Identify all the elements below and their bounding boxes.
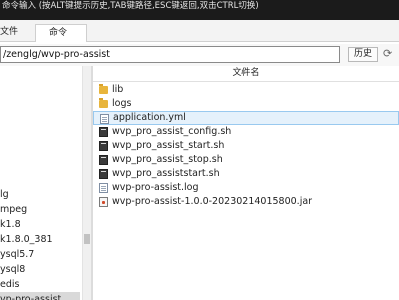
file-row-selected[interactable]: application.yml <box>93 111 399 125</box>
file-name: application.yml <box>113 112 186 123</box>
file-name: logs <box>112 98 132 109</box>
file-row[interactable]: wvp_pro_assist_stop.sh <box>93 153 399 167</box>
file-row[interactable]: wvp_pro_assiststart.sh <box>93 167 399 181</box>
command-hint-bar: 命令输入 (按ALT键提示历史,TAB键路径,ESC键返回,双击CTRL切换) <box>0 0 399 20</box>
file-row[interactable]: logs <box>93 97 399 111</box>
tab-files[interactable]: 文件 <box>0 24 35 42</box>
file-name: wvp-pro-assist.log <box>112 182 199 193</box>
script-icon <box>99 155 108 165</box>
file-name: wvp_pro_assist_stop.sh <box>112 154 223 165</box>
folder-icon <box>99 84 108 94</box>
tree-item[interactable]: ysql5.7 <box>0 247 80 262</box>
document-icon <box>99 183 108 193</box>
sort-caret-icon: ▲ <box>241 68 246 75</box>
tree-item[interactable]: k1.8.0_381 <box>0 232 80 247</box>
script-icon <box>99 127 108 137</box>
tree-item-selected[interactable]: vp-pro-assist <box>0 292 80 300</box>
path-input[interactable]: /zenglg/wvp-pro-assist <box>0 46 340 63</box>
tree-scrollbar-thumb[interactable] <box>84 234 90 244</box>
file-row[interactable]: wvp_pro_assist_config.sh <box>93 125 399 139</box>
history-button[interactable]: 历史 <box>348 47 378 62</box>
folder-icon <box>99 98 108 108</box>
file-name: wvp_pro_assist_config.sh <box>112 126 232 137</box>
tab-commands[interactable]: 命令 <box>35 24 87 42</box>
tree-item[interactable]: lg <box>0 187 80 202</box>
script-icon <box>99 141 108 151</box>
file-name: wvp_pro_assist_start.sh <box>112 140 225 151</box>
document-icon <box>100 114 109 124</box>
file-list-pane: ▲ 文件名 lib logs application.yml wvp_pro_a… <box>93 66 399 300</box>
script-icon <box>99 169 108 179</box>
tree-item[interactable]: edis <box>0 277 80 292</box>
tab-bar: 文件 命令 <box>0 20 399 42</box>
tree-item[interactable]: k1.8 <box>0 217 80 232</box>
file-row[interactable]: wvp_pro_assist_start.sh <box>93 139 399 153</box>
tree-item[interactable]: ysql8 <box>0 262 80 277</box>
file-row[interactable]: lib <box>93 83 399 97</box>
filename-column-header[interactable]: ▲ 文件名 <box>93 66 399 82</box>
jar-icon <box>99 197 108 207</box>
refresh-icon[interactable]: ⟳ <box>383 48 395 60</box>
file-name: wvp_pro_assiststart.sh <box>112 168 220 179</box>
tree-scrollbar[interactable] <box>82 66 91 300</box>
file-row[interactable]: wvp-pro-assist.log <box>93 181 399 195</box>
file-name: lib <box>112 84 124 95</box>
path-toolbar: /zenglg/wvp-pro-assist 历史 ⟳ <box>0 44 399 66</box>
tree-item[interactable]: mpeg <box>0 202 80 217</box>
directory-tree: lg mpeg k1.8 k1.8.0_381 ysql5.7 ysql8 ed… <box>0 66 82 300</box>
file-name: wvp-pro-assist-1.0.0-20230214015800.jar <box>112 196 313 207</box>
file-row[interactable]: wvp-pro-assist-1.0.0-20230214015800.jar <box>93 195 399 209</box>
